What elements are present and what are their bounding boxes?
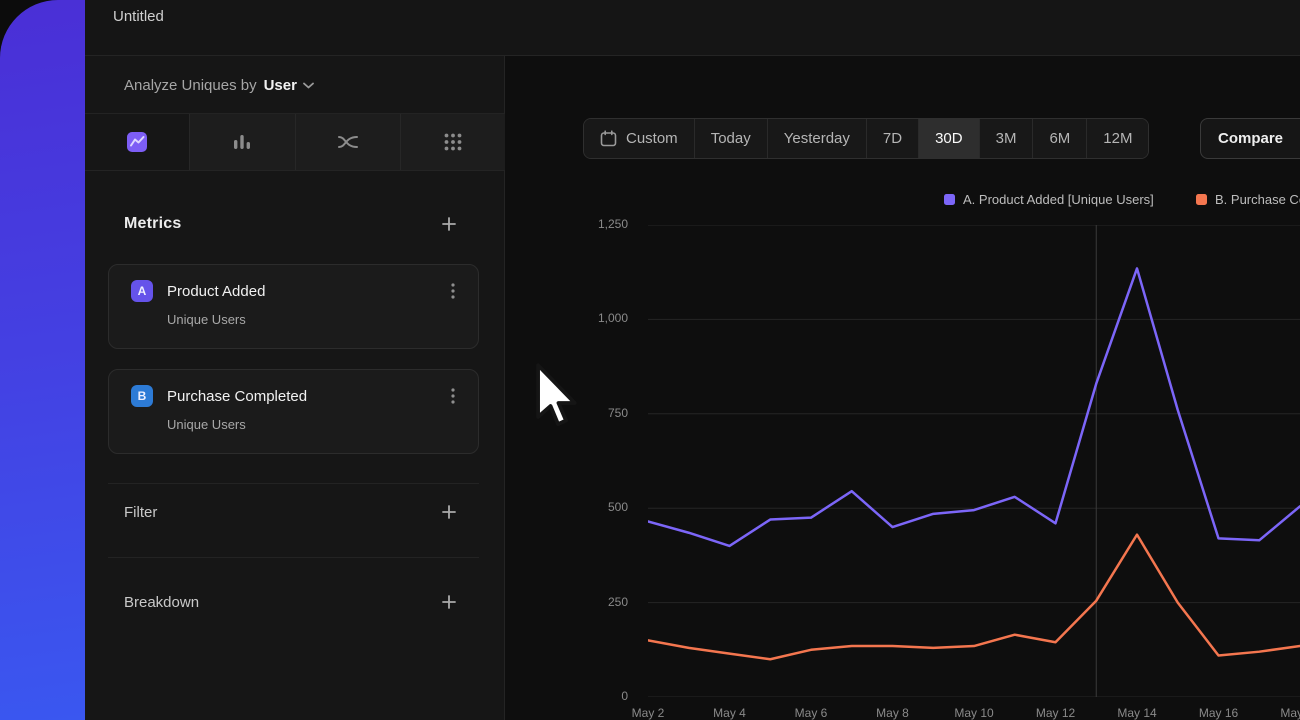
sidebar-panel: Analyze Uniques by User (85, 56, 505, 720)
top-bar: Untitled (85, 0, 1300, 55)
metric-subtitle[interactable]: Unique Users (167, 312, 462, 327)
chevron-down-icon (303, 82, 314, 89)
x-axis-label: May 4 (713, 706, 746, 720)
legend-label-a: A. Product Added [Unique Users] (963, 192, 1154, 207)
tab-grid-dots[interactable] (400, 114, 505, 170)
compare-button[interactable]: Compare (1200, 118, 1300, 159)
analyze-by-dropdown[interactable]: User (264, 77, 314, 94)
y-axis-label: 0 (556, 689, 628, 703)
x-axis-label: May 10 (954, 706, 993, 720)
y-axis: 02505007501,0001,250 (556, 225, 628, 697)
metric-name[interactable]: Purchase Completed (167, 388, 444, 405)
analyze-by-label: Analyze Uniques by (124, 77, 257, 94)
metric-badge-a: A (131, 280, 153, 302)
tab-bar-chart[interactable] (189, 114, 294, 170)
legend-swatch-b (1196, 194, 1207, 205)
y-axis-label: 1,000 (556, 311, 628, 325)
y-axis-label: 750 (556, 406, 628, 420)
legend-label-b: B. Purchase Completed [Unique Users] (1215, 192, 1300, 207)
breakdown-section: Breakdown (124, 587, 459, 617)
legend-swatch-a (944, 194, 955, 205)
filter-label: Filter (124, 504, 157, 521)
analyze-by-value[interactable]: User (264, 77, 297, 94)
range-button-30d[interactable]: 30D (918, 119, 979, 158)
metric-options-button[interactable] (444, 386, 462, 406)
add-filter-button[interactable] (439, 502, 459, 522)
x-axis-label: May 16 (1199, 706, 1238, 720)
metrics-section-header: Metrics (124, 214, 459, 234)
metric-options-button[interactable] (444, 281, 462, 301)
app-window: Untitled Analyze Uniques by User (0, 0, 1300, 720)
metric-subtitle[interactable]: Unique Users (167, 417, 462, 432)
range-button-custom[interactable]: Custom (584, 119, 694, 158)
kebab-menu-icon (451, 283, 455, 299)
x-axis-label: May 12 (1036, 706, 1075, 720)
series-line[interactable] (648, 268, 1300, 546)
range-button-label: Custom (626, 130, 678, 147)
plus-icon (442, 217, 456, 231)
metric-name[interactable]: Product Added (167, 283, 444, 300)
metric-card-a[interactable]: A Product Added Unique Users (108, 264, 479, 349)
flow-icon (336, 130, 360, 154)
kebab-menu-icon (451, 388, 455, 404)
date-range-selector: Custom TodayYesterday7D30D3M6M12M (583, 118, 1149, 159)
range-button-yesterday[interactable]: Yesterday (767, 119, 866, 158)
range-button-7d[interactable]: 7D (866, 119, 918, 158)
y-axis-label: 250 (556, 595, 628, 609)
add-breakdown-button[interactable] (439, 592, 459, 612)
breakdown-label: Breakdown (124, 594, 199, 611)
range-button-today[interactable]: Today (694, 119, 767, 158)
metrics-heading: Metrics (124, 215, 181, 233)
x-axis: May 2May 4May 6May 8May 10May 12May 14Ma… (648, 706, 1300, 720)
range-button-6m[interactable]: 6M (1032, 119, 1086, 158)
x-axis-label: May 2 (632, 706, 665, 720)
left-accent-strip (0, 0, 85, 720)
chart-panel: Custom TodayYesterday7D30D3M6M12M Compar… (505, 56, 1300, 720)
tab-line-chart[interactable] (85, 114, 189, 170)
x-axis-label: May 14 (1117, 706, 1156, 720)
legend-item-b[interactable]: B. Purchase Completed [Unique Users] (1196, 191, 1300, 207)
x-axis-label: May 18 (1280, 706, 1300, 720)
y-axis-label: 1,250 (556, 217, 628, 231)
y-axis-label: 500 (556, 500, 628, 514)
series-line[interactable] (648, 535, 1300, 660)
metric-card-b[interactable]: B Purchase Completed Unique Users (108, 369, 479, 454)
tab-flow[interactable] (295, 114, 400, 170)
plus-icon (442, 505, 456, 519)
range-button-3m[interactable]: 3M (979, 119, 1033, 158)
filter-section: Filter (124, 497, 459, 527)
analyze-by-control: Analyze Uniques by User (124, 74, 314, 96)
x-axis-label: May 8 (876, 706, 909, 720)
line-chart-icon (125, 130, 149, 154)
bar-chart-icon (230, 130, 254, 154)
section-divider (108, 483, 479, 484)
plus-icon (442, 595, 456, 609)
view-type-tabs (85, 114, 505, 171)
metric-badge-b: B (131, 385, 153, 407)
grid-dots-icon (441, 130, 465, 154)
document-title[interactable]: Untitled (113, 8, 164, 25)
legend-item-a[interactable]: A. Product Added [Unique Users] (944, 191, 1154, 207)
add-metric-button[interactable] (439, 214, 459, 234)
range-button-12m[interactable]: 12M (1086, 119, 1148, 158)
calendar-icon (600, 130, 617, 147)
section-divider (108, 557, 479, 558)
x-axis-label: May 6 (795, 706, 828, 720)
line-chart[interactable] (648, 225, 1300, 697)
